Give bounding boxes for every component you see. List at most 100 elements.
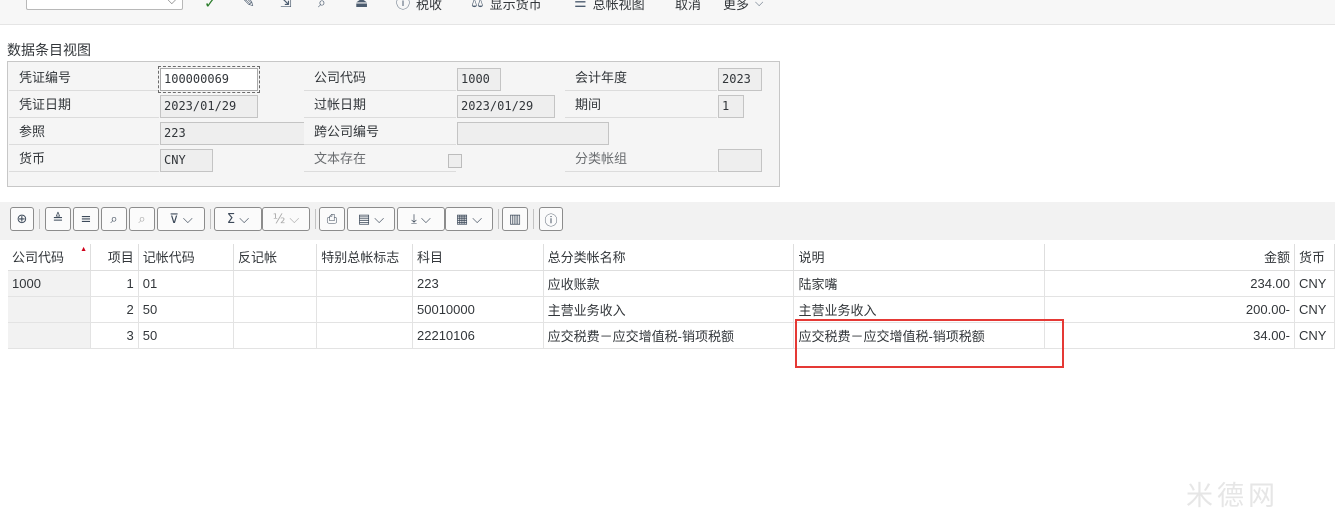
app-root: ⌵ ✓ ✎ ⇲ ⌕ ⏏ ⓘ 税收 ⚖ 显示货币 ☰ 总帐视图 取消 更多 ⌵ 数…: [0, 0, 1335, 529]
ledger-view-label: 总帐视图: [592, 0, 645, 13]
chart-icon: ▥: [508, 211, 522, 227]
info-icon: ⓘ: [544, 213, 558, 229]
table-header-row: 公司代码 ▲ 项目 记帐代码 反记帐 特别总帐标志 科目 总分类帐名称 说明 金额…: [8, 244, 1335, 271]
info-icon: ⓘ: [396, 0, 410, 12]
posting-date-label: 过帐日期: [304, 94, 456, 118]
col-posting-key[interactable]: 记帐代码: [138, 244, 234, 271]
cell-gl-name: 应收账款: [543, 270, 795, 297]
cell-posting-key: 01: [138, 270, 234, 297]
cell-posting-key: 50: [138, 322, 234, 349]
col-special-gl[interactable]: 特别总帐标志: [316, 244, 414, 271]
zoom-in-icon: ⊕: [16, 211, 28, 227]
edit-button[interactable]: ✎: [243, 0, 255, 12]
cell-account[interactable]: 22210106: [412, 322, 544, 349]
display-currency-button[interactable]: ⚖ 显示货币: [471, 0, 542, 13]
table-row[interactable]: 1000 1 01 223 应收账款 陆家嘴 234.00 CNY: [8, 270, 1335, 297]
cross-company-label: 跨公司编号: [304, 121, 456, 145]
watermark: 米德网: [1186, 481, 1279, 512]
cell-text: 陆家嘴: [793, 270, 1046, 297]
cell-gl-name: 应交税费－应交增值税-销项税额: [543, 322, 795, 349]
more-button[interactable]: 更多 ⌵: [723, 0, 764, 13]
sort-indicator-icon: ▲: [80, 246, 88, 253]
find-button[interactable]: ⌕: [101, 207, 127, 231]
reference-field[interactable]: 223: [160, 122, 312, 145]
cell-reversal: [233, 296, 318, 323]
export-grid-button[interactable]: ⤓ ⌵: [397, 207, 445, 231]
text-exists-label: 文本存在: [304, 148, 456, 172]
export-icon: ⇲: [280, 0, 292, 11]
col-amount[interactable]: 金额: [1044, 244, 1295, 271]
sum-button[interactable]: Σ ⌵: [214, 207, 262, 231]
section-title: 数据条目视图: [7, 43, 91, 59]
info-button[interactable]: ⓘ: [539, 207, 563, 231]
stamp-button[interactable]: ⏏: [355, 0, 368, 12]
ledger-group-label: 分类帐组: [565, 148, 717, 172]
cell-currency: CNY: [1294, 322, 1335, 349]
layout-button[interactable]: ▦ ⌵: [445, 207, 493, 231]
find-next-button[interactable]: ⌕: [129, 207, 155, 231]
cell-company: 1000: [8, 270, 92, 297]
subtotal-button[interactable]: ½ ⌵: [262, 207, 310, 231]
find-icon: ⌕: [110, 211, 118, 227]
company-label: 公司代码: [304, 67, 456, 91]
stamp-icon: ⏏: [355, 0, 369, 11]
cancel-button[interactable]: 取消: [675, 0, 701, 13]
tax-button[interactable]: ⓘ 税收: [396, 0, 443, 13]
view-select[interactable]: ⌵: [26, 0, 183, 10]
ledger-group-field[interactable]: [718, 149, 762, 172]
view-button[interactable]: ▤ ⌵: [347, 207, 395, 231]
cell-item: 1: [90, 270, 139, 297]
chart-button[interactable]: ▥: [502, 207, 528, 231]
search-icon: ⌕: [318, 0, 326, 11]
posting-date-field[interactable]: 2023/01/29: [457, 95, 555, 118]
currency-label: 货币: [9, 148, 159, 172]
currency-field[interactable]: CNY: [160, 149, 213, 172]
details-button[interactable]: ⊕: [10, 207, 34, 231]
print-button[interactable]: ⎙: [319, 207, 345, 231]
col-item[interactable]: 项目: [90, 244, 139, 271]
export-button[interactable]: ⇲: [280, 0, 292, 12]
period-field[interactable]: 1: [718, 95, 744, 118]
col-reversal[interactable]: 反记帐: [233, 244, 318, 271]
check-button[interactable]: ✓: [204, 0, 217, 12]
toolbar-separator: [315, 209, 316, 229]
company-field[interactable]: 1000: [457, 68, 501, 91]
col-currency[interactable]: 货币: [1294, 244, 1335, 271]
cell-amount: 200.00-: [1044, 296, 1295, 323]
tax-label: 税收: [416, 0, 443, 13]
cell-account[interactable]: 223: [412, 270, 544, 297]
text-exists-checkbox[interactable]: [448, 154, 462, 168]
cross-company-field[interactable]: [457, 122, 609, 145]
cell-currency: CNY: [1294, 270, 1335, 297]
cell-amount: 234.00: [1044, 270, 1295, 297]
filter-icon: ⊽ ⌵: [169, 211, 193, 227]
sort-asc-button[interactable]: ≜: [45, 207, 71, 231]
cell-reversal: [233, 322, 318, 349]
grid-toolbar: ⊕ ≜ ≡ ⌕ ⌕ ⊽ ⌵ Σ ⌵ ½ ⌵ ⎙ ▤ ⌵ ⤓ ⌵ ▦ ⌵ ▥ ⓘ: [0, 202, 1335, 240]
table-row[interactable]: 2 50 50010000 主营业务收入 主营业务收入 200.00- CNY: [8, 296, 1335, 323]
doc-no-field[interactable]: 100000069: [158, 66, 260, 93]
col-text[interactable]: 说明: [793, 244, 1046, 271]
search-button[interactable]: ⌕: [318, 0, 326, 12]
sort-desc-button[interactable]: ≡: [73, 207, 99, 231]
fiscal-year-field[interactable]: 2023: [718, 68, 762, 91]
export-icon: ⤓ ⌵: [411, 211, 431, 227]
cell-company: [8, 322, 92, 349]
chevron-down-icon: ⌵: [755, 0, 764, 9]
filter-button[interactable]: ⊽ ⌵: [157, 207, 205, 231]
cell-company: [8, 296, 92, 323]
cell-account[interactable]: 50010000: [412, 296, 544, 323]
col-gl-name[interactable]: 总分类帐名称: [543, 244, 795, 271]
col-account[interactable]: 科目: [412, 244, 544, 271]
cell-gl-name: 主营业务收入: [543, 296, 795, 323]
more-label: 更多: [723, 0, 750, 13]
table-row[interactable]: 3 50 22210106 应交税费－应交增值税-销项税额 应交税费－应交增值税…: [8, 322, 1335, 349]
col-company[interactable]: 公司代码 ▲: [8, 244, 92, 271]
cell-item: 2: [90, 296, 139, 323]
doc-date-field[interactable]: 2023/01/29: [160, 95, 258, 118]
highlight-annotation-box: [795, 319, 1064, 368]
ledger-view-button[interactable]: ☰ 总帐视图: [574, 0, 645, 13]
sort-descending-icon: ≡: [80, 211, 92, 227]
currency-icon: ⚖: [471, 0, 484, 11]
cell-item: 3: [90, 322, 139, 349]
